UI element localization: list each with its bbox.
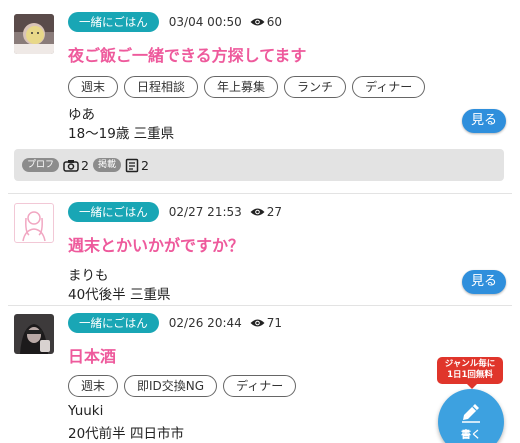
tag[interactable]: 週末 bbox=[68, 375, 119, 397]
avatar[interactable] bbox=[14, 14, 54, 54]
post-count: 2 bbox=[140, 157, 149, 173]
user-info: 18〜19歳 三重県 bbox=[68, 126, 175, 142]
divider bbox=[8, 193, 512, 194]
eye-icon bbox=[250, 319, 265, 327]
tag-list: 週末 日程相談 年上募集 ランチ ディナー bbox=[68, 76, 426, 98]
user-info: 20代前半 四日市市 bbox=[68, 426, 184, 442]
profile-bar: プロフ 2 掲載 2 bbox=[14, 149, 504, 181]
genre-badge[interactable]: 一緒にごはん bbox=[68, 12, 159, 32]
view-count-value: 60 bbox=[266, 15, 283, 29]
user-name: ゆあ bbox=[68, 107, 95, 123]
tag[interactable]: 年上募集 bbox=[204, 76, 279, 98]
user-name: まりも bbox=[68, 268, 109, 284]
free-post-note-line1: ジャンル毎に bbox=[444, 359, 496, 369]
user-info: 40代後半 三重県 bbox=[68, 287, 171, 303]
camera-icon bbox=[63, 159, 79, 172]
post-title[interactable]: 日本酒 bbox=[68, 343, 116, 367]
tag[interactable]: ディナー bbox=[223, 375, 297, 397]
pencil-icon bbox=[462, 404, 480, 423]
view-count: 60 bbox=[250, 15, 282, 29]
view-count-value: 27 bbox=[266, 205, 283, 219]
see-button[interactable]: 見る bbox=[462, 109, 506, 133]
tag[interactable]: ディナー bbox=[352, 76, 426, 98]
post-date: 02/27 21:53 bbox=[168, 205, 242, 219]
divider bbox=[8, 305, 512, 306]
avatar[interactable] bbox=[14, 203, 54, 243]
eye-icon bbox=[250, 208, 265, 216]
see-button[interactable]: 見る bbox=[462, 270, 506, 294]
eye-icon bbox=[250, 18, 265, 26]
post-title[interactable]: 週末とかいかがですか？ bbox=[68, 232, 244, 256]
photo-count: 2 bbox=[81, 157, 89, 173]
tag[interactable]: 週末 bbox=[68, 76, 119, 98]
tag[interactable]: ランチ bbox=[284, 76, 347, 98]
profile-badge: プロフ bbox=[22, 158, 60, 172]
tag[interactable]: 日程相談 bbox=[124, 76, 199, 98]
write-button[interactable]: 書く bbox=[438, 389, 504, 443]
view-count: 71 bbox=[250, 316, 282, 330]
posted-badge: 掲載 bbox=[92, 158, 121, 172]
view-count: 27 bbox=[250, 205, 282, 219]
post-title[interactable]: 夜ご飯ご一緒できる方探してます bbox=[68, 42, 306, 66]
write-button-label: 書く bbox=[461, 430, 481, 441]
view-count-value: 71 bbox=[266, 316, 283, 330]
post-date: 03/04 00:50 bbox=[168, 15, 242, 29]
user-name: Yuuki bbox=[68, 403, 104, 419]
document-icon bbox=[125, 158, 139, 173]
free-post-note-line2: 1日1回無料 bbox=[447, 370, 493, 380]
tag-list: 週末 即ID交換NG ディナー bbox=[68, 375, 297, 397]
post-date: 02/26 20:44 bbox=[168, 316, 242, 330]
genre-badge[interactable]: 一緒にごはん bbox=[68, 313, 159, 333]
avatar[interactable] bbox=[14, 314, 54, 354]
free-post-note: ジャンル毎に 1日1回無料 bbox=[437, 357, 503, 389]
genre-badge[interactable]: 一緒にごはん bbox=[68, 202, 159, 222]
tag[interactable]: 即ID交換NG bbox=[124, 375, 218, 397]
